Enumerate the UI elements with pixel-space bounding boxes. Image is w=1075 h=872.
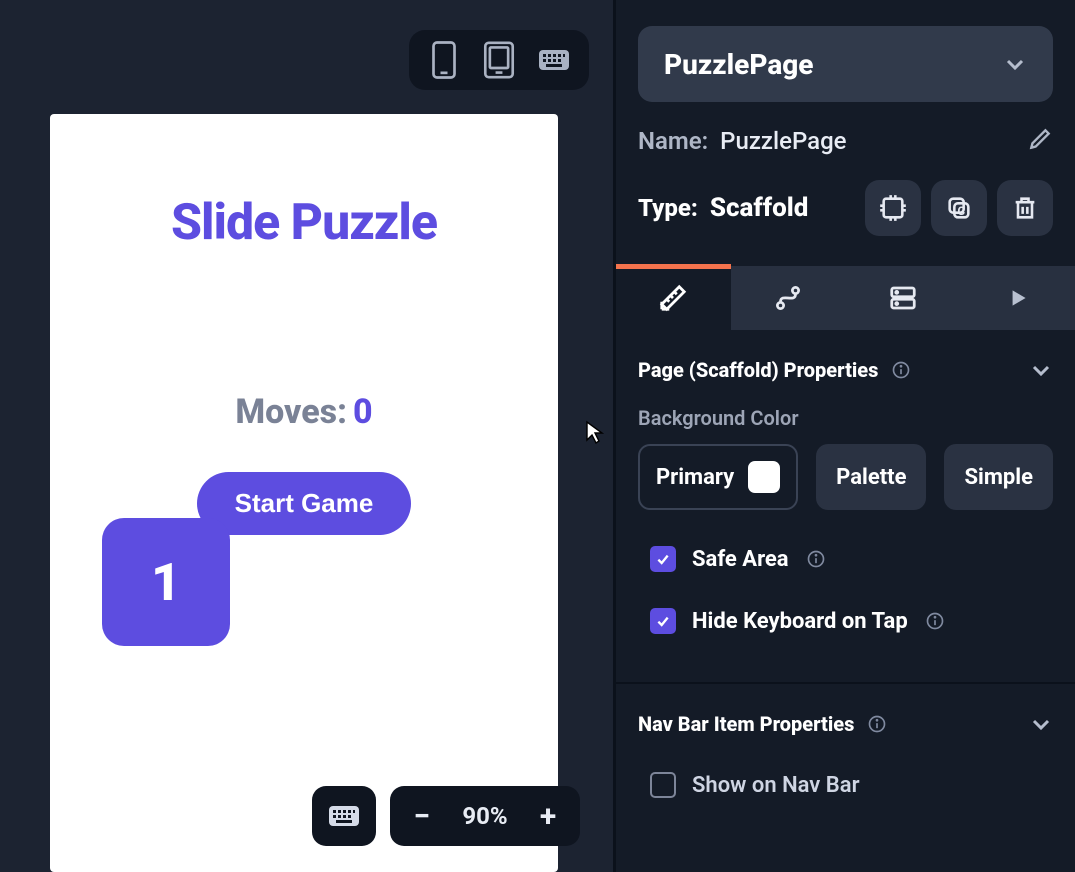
zoom-out-button[interactable]: − — [404, 799, 440, 834]
properties-panel: PuzzlePage Name: PuzzlePage Type: Scaffo… — [613, 0, 1075, 872]
app-preview[interactable]: Slide Puzzle Moves:0 Start Game 1 — [50, 114, 558, 872]
tab-strip — [616, 266, 1075, 330]
moves-line: Moves:0 — [50, 392, 558, 432]
start-game-button[interactable]: Start Game — [197, 472, 412, 535]
device-keyboard-button[interactable] — [532, 38, 576, 82]
chevron-down-icon — [1029, 358, 1053, 382]
tab-run[interactable] — [960, 266, 1075, 330]
show-navbar-row: Show on Nav Bar — [638, 772, 1053, 798]
device-toggle-bar — [409, 30, 589, 90]
navbar-properties-title: Nav Bar Item Properties — [638, 712, 854, 736]
svg-text:C: C — [958, 204, 966, 218]
scaffold-properties-title: Page (Scaffold) Properties — [638, 358, 878, 382]
device-tablet-button[interactable] — [477, 38, 521, 82]
color-name: Primary — [656, 465, 734, 490]
scaffold-properties-section: Page (Scaffold) Properties Background Co… — [616, 330, 1075, 644]
moves-count: 0 — [353, 392, 373, 432]
info-icon[interactable] — [866, 713, 888, 735]
chevron-down-icon — [1003, 52, 1027, 76]
show-navbar-checkbox[interactable] — [650, 772, 676, 798]
safe-area-checkbox[interactable] — [650, 546, 676, 572]
bg-color-label: Background Color — [638, 406, 1053, 430]
copy-widget-button[interactable]: C — [931, 180, 987, 236]
canvas-area: Slide Puzzle Moves:0 Start Game 1 − 90% … — [0, 0, 613, 872]
edit-name-button[interactable] — [1027, 126, 1053, 156]
tab-design[interactable] — [616, 266, 731, 330]
zoom-pill: − 90% + — [390, 786, 580, 846]
zoom-value[interactable]: 90% — [462, 802, 507, 830]
delete-widget-button[interactable] — [997, 180, 1053, 236]
scaffold-properties-header[interactable]: Page (Scaffold) Properties — [638, 358, 1053, 382]
keyboard-icon — [537, 48, 571, 72]
show-navbar-label: Show on Nav Bar — [692, 773, 859, 798]
zoom-in-button[interactable]: + — [530, 799, 566, 834]
navbar-properties-section: Nav Bar Item Properties Show on Nav Bar — [616, 684, 1075, 808]
type-row: Type: Scaffold C — [638, 180, 1053, 236]
tab-actions[interactable] — [731, 266, 846, 330]
safe-area-row: Safe Area — [638, 546, 1053, 572]
safe-area-label: Safe Area — [692, 547, 789, 572]
zoom-controls: − 90% + — [312, 786, 580, 846]
info-icon[interactable] — [890, 359, 912, 381]
smartphone-icon — [430, 40, 458, 80]
keyboard-icon — [327, 804, 361, 828]
chevron-down-icon — [1029, 712, 1053, 736]
tile-value: 1 — [151, 552, 181, 613]
page-selector-title: PuzzlePage — [664, 48, 814, 81]
name-label: Name: — [638, 127, 708, 155]
copy-icon: C — [945, 194, 973, 222]
tab-data[interactable] — [846, 266, 961, 330]
name-value: PuzzlePage — [720, 127, 846, 155]
background-color-row: Primary Palette Simple — [638, 444, 1053, 510]
info-icon[interactable] — [924, 610, 946, 632]
device-phone-button[interactable] — [422, 38, 466, 82]
trash-icon — [1011, 194, 1039, 222]
puzzle-tile[interactable]: 1 — [102, 518, 230, 646]
type-label: Type: — [638, 194, 698, 222]
palette-button[interactable]: Palette — [816, 444, 926, 510]
name-row: Name: PuzzlePage — [638, 126, 1053, 156]
color-swatch — [748, 461, 780, 493]
app-title: Slide Puzzle — [50, 194, 558, 252]
hide-keyboard-checkbox[interactable] — [650, 608, 676, 634]
keyboard-shortcut-button[interactable] — [312, 786, 376, 846]
page-selector[interactable]: PuzzlePage — [638, 26, 1053, 102]
wrap-icon — [879, 194, 907, 222]
info-icon[interactable] — [805, 548, 827, 570]
hide-keyboard-row: Hide Keyboard on Tap — [638, 608, 1053, 634]
wrap-widget-button[interactable] — [865, 180, 921, 236]
pencil-icon — [1027, 126, 1053, 152]
hide-keyboard-label: Hide Keyboard on Tap — [692, 609, 908, 634]
moves-label: Moves: — [235, 392, 347, 432]
tablet-icon — [483, 40, 515, 80]
ruler-icon — [658, 283, 688, 313]
play-icon — [1005, 285, 1031, 311]
route-icon — [773, 283, 803, 313]
server-icon — [888, 283, 918, 313]
type-value: Scaffold — [710, 193, 809, 223]
background-color-chip[interactable]: Primary — [638, 444, 798, 510]
simple-button[interactable]: Simple — [944, 444, 1053, 510]
navbar-properties-header[interactable]: Nav Bar Item Properties — [638, 712, 1053, 736]
